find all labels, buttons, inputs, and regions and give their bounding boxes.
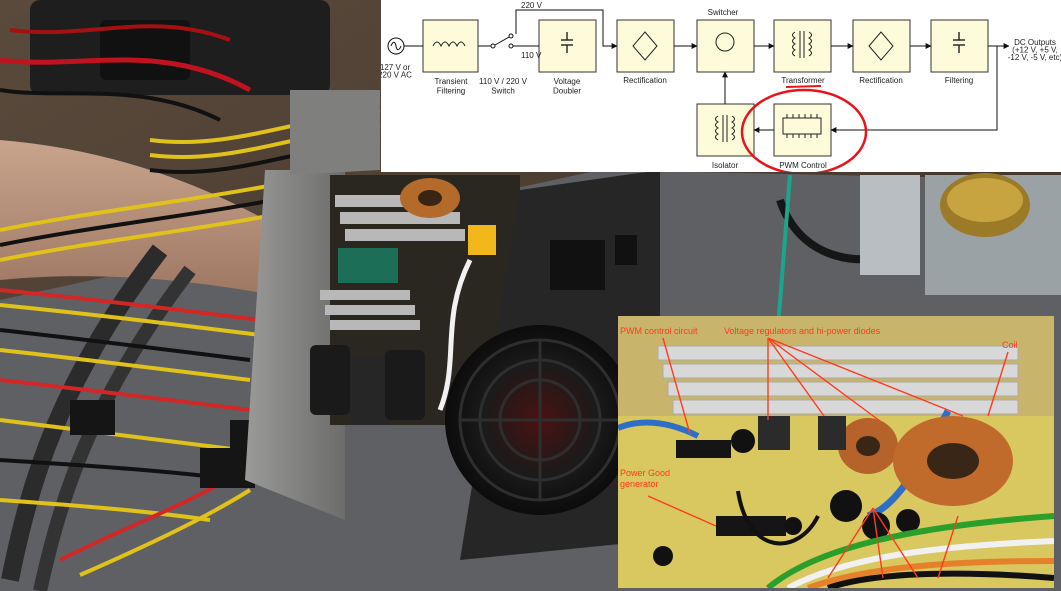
- pwm-ic-chip: [676, 440, 731, 458]
- pcb-inset-photo: PWM control circuit Voltage regulators a…: [618, 316, 1054, 588]
- voltage-regulators-label: Voltage regulators and hi-power diodes: [724, 326, 881, 336]
- coil-label: Coil: [1002, 340, 1018, 350]
- pcb-inset-art: [618, 316, 1054, 588]
- power-good-generator-label: Power Good generator: [620, 468, 671, 489]
- pwm-control-circuit-label: PWM control circuit: [620, 326, 698, 336]
